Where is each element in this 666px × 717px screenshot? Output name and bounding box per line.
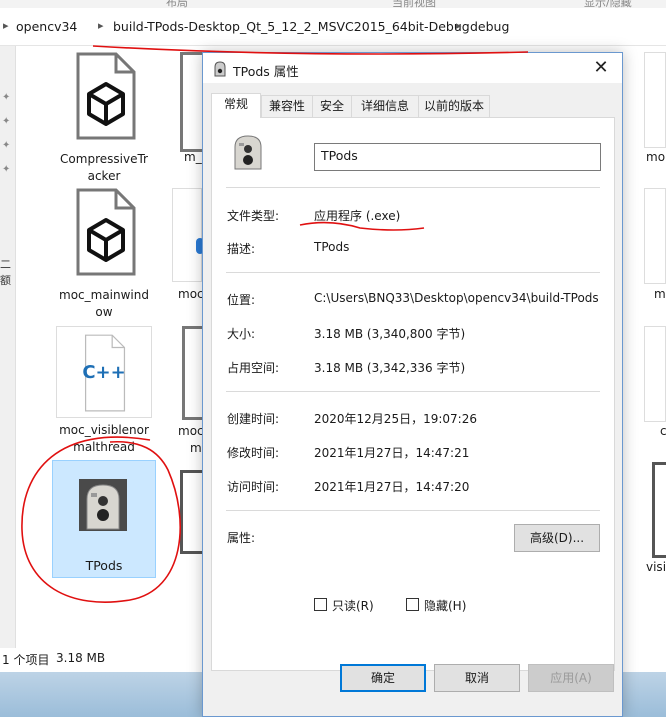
- tab-general[interactable]: 常规: [211, 93, 261, 118]
- apply-button[interactable]: 应用(A): [528, 664, 614, 692]
- generic-file-icon: [182, 326, 204, 420]
- ribbon-strip: 布局 当前视图 显示/隐藏: [0, 0, 666, 8]
- dialog-title-bar[interactable]: TPods 属性 ✕: [203, 53, 622, 83]
- tab-security[interactable]: 安全: [312, 95, 352, 117]
- tab-details[interactable]: 详细信息: [351, 95, 419, 117]
- status-item-size: 3.18 MB: [56, 651, 106, 665]
- hidden-checkbox-label: 隐藏(H): [424, 599, 467, 613]
- file-label: visi: [646, 560, 666, 574]
- file-compressivetracker[interactable]: CompressiveTr acker: [52, 52, 156, 183]
- disk-size-label: 占用空间:: [227, 361, 280, 375]
- breadcrumb-debug[interactable]: debug: [470, 19, 509, 34]
- nav-item-clipped[interactable]: 二额: [0, 256, 15, 288]
- file-moc-mainwindow[interactable]: moc_mainwind ow: [52, 188, 156, 319]
- file-label: m: [190, 441, 202, 455]
- pin-icon: ✦: [2, 92, 11, 103]
- ok-button[interactable]: 确定: [340, 664, 426, 692]
- file-moc-visiblenormalthread[interactable]: C++ moc_visiblenor malthread: [52, 326, 156, 456]
- file-label-line: moc_mainwind: [59, 288, 149, 302]
- file-label: moc: [178, 424, 204, 438]
- size-value: 3.18 MB (3,340,800 字节): [314, 327, 466, 341]
- attributes-label: 属性:: [227, 531, 256, 545]
- ribbon-layout-label: 布局: [166, 0, 188, 8]
- file-label: c: [660, 424, 666, 438]
- address-bar[interactable]: ▸ opencv34 ▸ build-TPods-Desktop_Qt_5_12…: [0, 8, 666, 46]
- file-thumbnail: [644, 52, 666, 148]
- status-item-count: 1 个项目: [2, 653, 50, 667]
- file-label: moc: [178, 287, 204, 301]
- file-thumbnail: [644, 326, 666, 422]
- description-value: TPods: [314, 240, 350, 254]
- status-bar: 1 个项目 3.18 MB: [0, 648, 200, 670]
- robot-app-icon: [234, 135, 262, 170]
- advanced-button[interactable]: 高级(D)...: [514, 524, 600, 552]
- divider: [226, 272, 600, 273]
- chevron-right-icon: ▸: [98, 19, 104, 32]
- divider: [226, 187, 600, 188]
- description-label: 描述:: [227, 242, 256, 256]
- ribbon-show-hide-label: 显示/隐藏: [584, 0, 632, 8]
- generic-file-icon: [652, 462, 666, 558]
- breadcrumb-build-folder[interactable]: build-TPods-Desktop_Qt_5_12_2_MSVC2015_6…: [113, 19, 470, 34]
- ribbon-current-view-label: 当前视图: [392, 0, 436, 8]
- file-type-value: 应用程序 (.exe): [314, 209, 401, 223]
- chevron-right-icon: ▸: [3, 19, 9, 32]
- created-value: 2020年12月25日，19:07:26: [314, 412, 477, 426]
- file-label-line: acker: [87, 169, 121, 183]
- robot-app-icon: [214, 61, 226, 77]
- generic-file-icon: [76, 188, 136, 276]
- cpp-badge: C++: [82, 362, 126, 383]
- file-label: TPods: [85, 558, 123, 573]
- tab-previous-versions[interactable]: 以前的版本: [418, 95, 490, 117]
- navigation-pane[interactable]: ✦ ✦ ✦ ✦ 二额: [0, 46, 16, 648]
- chevron-right-icon: ▸: [456, 19, 462, 32]
- created-label: 创建时间:: [227, 412, 280, 426]
- file-label-line: moc_visiblenor: [59, 423, 149, 437]
- cancel-button[interactable]: 取消: [434, 664, 520, 692]
- modified-value: 2021年1月27日，14:47:21: [314, 446, 470, 460]
- disk-size-value: 3.18 MB (3,342,336 字节): [314, 361, 466, 375]
- file-label: mo: [646, 150, 666, 164]
- file-label: m: [654, 287, 666, 301]
- file-thumbnail: [644, 188, 666, 284]
- tab-compatibility[interactable]: 兼容性: [261, 95, 313, 117]
- file-type-label: 文件类型:: [227, 209, 280, 223]
- file-label-line: CompressiveTr: [60, 152, 148, 166]
- robot-app-icon: [79, 479, 127, 531]
- generic-file-icon: [76, 52, 136, 140]
- divider: [226, 510, 600, 511]
- dialog-title: TPods 属性: [233, 64, 299, 79]
- breadcrumb-opencv34[interactable]: opencv34: [16, 19, 77, 34]
- pin-icon: ✦: [2, 140, 11, 151]
- generic-file-icon: [180, 52, 202, 152]
- general-tab-panel: TPods 文件类型: 应用程序 (.exe) 描述: TPods 位置: C:…: [211, 117, 615, 671]
- file-label-line: malthread: [73, 440, 135, 454]
- pin-icon: ✦: [2, 116, 11, 127]
- location-value: C:\Users\BNQ33\Desktop\opencv34\build-TP…: [314, 291, 599, 305]
- readonly-checkbox-label: 只读(R): [332, 599, 374, 613]
- size-label: 大小:: [227, 327, 256, 341]
- close-icon[interactable]: ✕: [589, 57, 613, 79]
- accessed-value: 2021年1月27日，14:47:20: [314, 480, 470, 494]
- pin-icon: ✦: [2, 164, 11, 175]
- checkbox-box[interactable]: [314, 598, 327, 611]
- file-name-input[interactable]: TPods: [314, 143, 601, 171]
- divider: [226, 391, 600, 392]
- properties-dialog: TPods 属性 ✕ 常规 兼容性 安全 详细信息 以前的版本 TPods 文件…: [202, 52, 623, 717]
- location-label: 位置:: [227, 293, 256, 307]
- accessed-label: 访问时间:: [227, 480, 280, 494]
- generic-file-icon: [180, 470, 204, 554]
- modified-label: 修改时间:: [227, 446, 280, 460]
- file-label-line: ow: [95, 305, 113, 319]
- file-tpods-selected[interactable]: TPods: [52, 460, 156, 578]
- file-thumbnail: [172, 188, 202, 282]
- checkbox-box[interactable]: [406, 598, 419, 611]
